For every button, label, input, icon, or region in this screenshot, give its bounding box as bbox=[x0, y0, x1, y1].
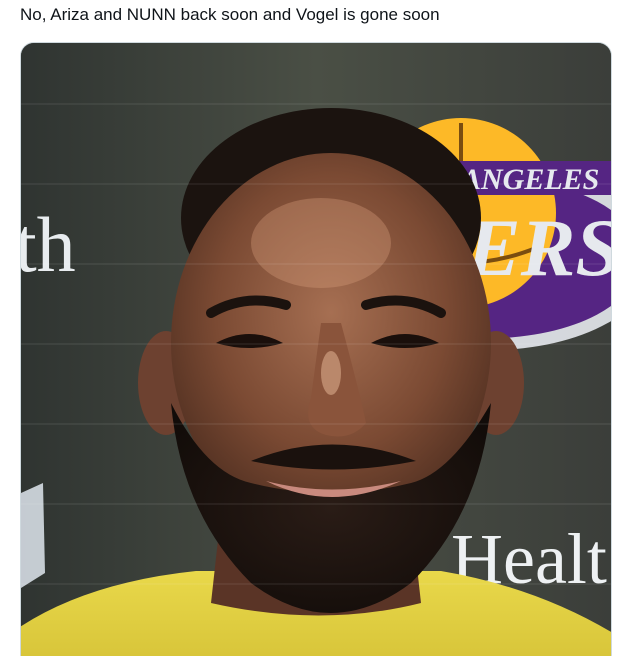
press-conference-photo: th ANGELES ERS Healt bbox=[21, 43, 611, 656]
nose-highlight bbox=[321, 351, 341, 395]
forehead-highlight bbox=[251, 198, 391, 288]
tweet: No, Ariza and NUNN back soon and Vogel i… bbox=[0, 0, 620, 656]
lakers-logo-text-main: ERS bbox=[465, 202, 611, 293]
lakers-logo-text-top: ANGELES bbox=[459, 163, 599, 196]
backdrop-logo-fragment bbox=[21, 483, 45, 588]
backdrop-text-left: th bbox=[21, 201, 76, 288]
tweet-media-photo[interactable]: th ANGELES ERS Healt bbox=[20, 42, 612, 656]
tweet-text: No, Ariza and NUNN back soon and Vogel i… bbox=[20, 5, 440, 24]
